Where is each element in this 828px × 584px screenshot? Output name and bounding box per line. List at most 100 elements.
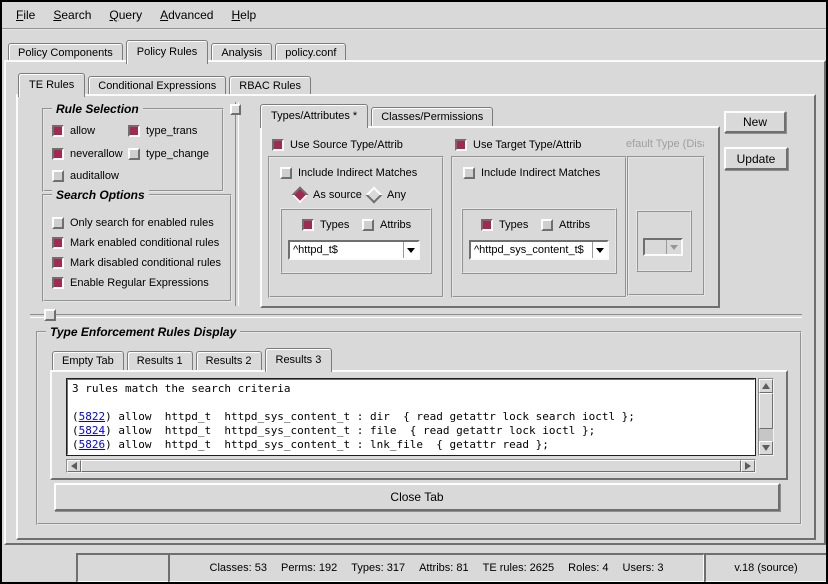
tab-te-rules[interactable]: TE Rules bbox=[18, 73, 85, 97]
update-button[interactable]: Update bbox=[724, 147, 788, 170]
rule-text: ) allow httpd_t httpd_sys_content_t : di… bbox=[105, 410, 635, 423]
checkbox-indicator[interactable] bbox=[272, 139, 284, 151]
stat-users: Users: 3 bbox=[623, 562, 664, 574]
checkbox-indicator[interactable] bbox=[481, 219, 493, 231]
checkbox-label: Types bbox=[499, 219, 528, 231]
scroll-left-button[interactable] bbox=[67, 460, 81, 472]
scroll-up-button[interactable] bbox=[759, 379, 773, 393]
menu-help[interactable]: Help bbox=[225, 6, 262, 24]
checkbox-indicator[interactable] bbox=[52, 170, 64, 182]
target-types-box: Types Attribs ^httpd_sys_content_t$ bbox=[461, 208, 617, 274]
radio-any[interactable]: Any bbox=[366, 188, 406, 202]
tab-classes-permissions[interactable]: Classes/Permissions bbox=[371, 107, 493, 126]
results-text-area[interactable]: 3 rules match the search criteria (5822)… bbox=[66, 378, 756, 456]
new-button[interactable]: New bbox=[724, 111, 786, 133]
close-tab-button[interactable]: Close Tab bbox=[54, 483, 780, 511]
checkbox-indicator[interactable] bbox=[52, 148, 64, 160]
rule-id-link[interactable]: 5826 bbox=[79, 438, 106, 451]
checkbox-allow[interactable]: allow bbox=[52, 124, 95, 138]
combobox-arrow[interactable] bbox=[403, 242, 418, 258]
checkbox-target-types[interactable]: Types bbox=[481, 218, 528, 232]
checkbox-enable-regex[interactable]: Enable Regular Expressions bbox=[52, 276, 209, 290]
stat-attribs: Attribs: 81 bbox=[419, 562, 469, 574]
tab-conditional-expressions[interactable]: Conditional Expressions bbox=[88, 76, 226, 95]
rule-id-link[interactable]: 5822 bbox=[79, 410, 106, 423]
combobox-value[interactable]: ^httpd_t$ bbox=[290, 242, 403, 258]
checkbox-label: Types bbox=[320, 219, 349, 231]
checkbox-target-indirect[interactable]: Include Indirect Matches bbox=[463, 166, 600, 180]
rule-id-link[interactable]: 5824 bbox=[79, 424, 106, 437]
checkbox-indicator[interactable] bbox=[52, 237, 64, 249]
tab-results-3[interactable]: Results 3 bbox=[265, 348, 333, 372]
radio-as-source[interactable]: As source bbox=[292, 188, 362, 202]
checkbox-indicator[interactable] bbox=[362, 219, 374, 231]
arrow-down-icon bbox=[762, 445, 770, 455]
radio-indicator[interactable] bbox=[292, 187, 309, 204]
checkbox-indicator[interactable] bbox=[52, 217, 64, 229]
checkbox-target-attribs[interactable]: Attribs bbox=[541, 218, 590, 232]
checkbox-type-trans[interactable]: type_trans bbox=[128, 124, 197, 138]
checkbox-indicator[interactable] bbox=[302, 219, 314, 231]
checkbox-indicator[interactable] bbox=[52, 257, 64, 269]
menu-file[interactable]: File bbox=[10, 6, 41, 24]
checkbox-enabled-rules-only[interactable]: Only search for enabled rules bbox=[52, 216, 214, 230]
menu-query[interactable]: Query bbox=[103, 6, 148, 24]
menu-search[interactable]: Search bbox=[47, 6, 97, 24]
checkbox-mark-enabled-cond[interactable]: Mark enabled conditional rules bbox=[52, 236, 219, 250]
ta-tab-strip: Types/Attributes * Classes/Permissions bbox=[260, 103, 496, 126]
horizontal-sash-handle[interactable] bbox=[44, 309, 56, 321]
status-panel-stats: Classes: 53 Perms: 192 Types: 317 Attrib… bbox=[168, 553, 705, 583]
combobox-arrow[interactable] bbox=[592, 242, 607, 258]
main-tab-strip: Policy Components Policy Rules Analysis … bbox=[8, 35, 349, 62]
checkbox-indicator[interactable] bbox=[455, 139, 467, 151]
scroll-right-button[interactable] bbox=[741, 460, 755, 472]
horizontal-scrollbar[interactable] bbox=[66, 459, 756, 473]
checkbox-neverallow[interactable]: neverallow bbox=[52, 147, 123, 161]
checkbox-type-change[interactable]: type_change bbox=[128, 147, 209, 161]
chevron-down-icon bbox=[670, 245, 678, 254]
vertical-scrollbar[interactable] bbox=[758, 378, 774, 456]
combobox-value[interactable]: ^httpd_sys_content_t$ bbox=[471, 242, 592, 258]
rule-text: ( bbox=[72, 410, 79, 423]
checkbox-indicator[interactable] bbox=[280, 167, 292, 179]
chevron-down-icon bbox=[596, 248, 604, 257]
tab-types-attributes[interactable]: Types/Attributes * bbox=[260, 104, 368, 128]
checkbox-mark-disabled-cond[interactable]: Mark disabled conditional rules bbox=[52, 256, 221, 270]
search-options-frame: Search Options Only search for enabled r… bbox=[42, 194, 232, 302]
checkbox-source-types[interactable]: Types bbox=[302, 218, 349, 232]
te-rules-display-frame: Type Enforcement Rules Display Empty Tab… bbox=[36, 331, 802, 525]
scroll-down-button[interactable] bbox=[759, 441, 773, 455]
radio-indicator[interactable] bbox=[366, 187, 383, 204]
checkbox-label: type_change bbox=[146, 148, 209, 160]
checkbox-source-indirect[interactable]: Include Indirect Matches bbox=[280, 166, 417, 180]
checkbox-source-attribs[interactable]: Attribs bbox=[362, 218, 411, 232]
checkbox-label: Include Indirect Matches bbox=[298, 167, 417, 179]
tab-empty[interactable]: Empty Tab bbox=[52, 351, 124, 370]
checkbox-indicator[interactable] bbox=[463, 167, 475, 179]
vertical-sash-handle[interactable] bbox=[230, 104, 241, 115]
checkbox-use-target-type[interactable]: Use Target Type/Attrib bbox=[455, 138, 581, 152]
checkbox-indicator[interactable] bbox=[128, 125, 140, 137]
checkbox-indicator[interactable] bbox=[541, 219, 553, 231]
source-type-combobox[interactable]: ^httpd_t$ bbox=[288, 240, 420, 260]
horizontal-scroll-thumb[interactable] bbox=[81, 460, 741, 472]
checkbox-indicator[interactable] bbox=[52, 277, 64, 289]
checkbox-indicator[interactable] bbox=[52, 125, 64, 137]
menu-advanced[interactable]: Advanced bbox=[154, 6, 219, 24]
vertical-scroll-thumb[interactable] bbox=[759, 393, 773, 429]
policy-rules-page: TE Rules Conditional Expressions RBAC Ru… bbox=[4, 60, 826, 545]
checkbox-auditallow[interactable]: auditallow bbox=[52, 169, 119, 183]
source-frame: Include Indirect Matches As source Any T… bbox=[268, 156, 444, 298]
tab-results-1[interactable]: Results 1 bbox=[127, 351, 193, 370]
status-panel-empty bbox=[76, 553, 170, 583]
default-type-combobox bbox=[643, 238, 683, 256]
checkbox-use-source-type[interactable]: Use Source Type/Attrib bbox=[272, 138, 403, 152]
blank-line bbox=[72, 396, 754, 410]
tab-results-2[interactable]: Results 2 bbox=[196, 351, 262, 370]
target-type-combobox[interactable]: ^httpd_sys_content_t$ bbox=[469, 240, 609, 260]
tab-rbac-rules[interactable]: RBAC Rules bbox=[229, 76, 311, 95]
checkbox-label: Mark enabled conditional rules bbox=[70, 237, 219, 249]
checkbox-label: allow bbox=[70, 125, 95, 137]
checkbox-indicator[interactable] bbox=[128, 148, 140, 160]
tab-policy-rules[interactable]: Policy Rules bbox=[126, 40, 209, 64]
